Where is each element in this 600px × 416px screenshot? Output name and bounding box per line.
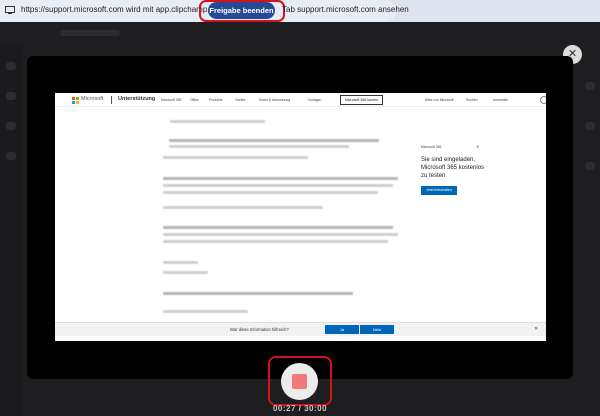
ms-nav-item: Produkte — [209, 98, 223, 102]
ms-signin: Anmelden — [493, 98, 509, 102]
ms-nav-item: Geräte — [235, 98, 246, 102]
microsoft-logo-icon — [72, 97, 79, 104]
view-shared-tab-link[interactable]: Tab support.microsoft.com ansehen — [282, 5, 409, 14]
ms-section-title: Unterstützung — [118, 96, 156, 102]
recording-preview: Microsoft Unterstützung Microsoft 365 Of… — [27, 56, 573, 379]
feedback-close-icon: ✕ — [534, 326, 539, 332]
ms-nav-item: Vorlagen — [308, 98, 322, 102]
tab-sharing-bar: https://support.microsoft.com wird mit a… — [0, 0, 600, 22]
feedback-bar: War diese Information hilfreich? Ja Nein… — [55, 322, 546, 336]
ms-all-microsoft: Alles von Microsoft — [425, 98, 454, 102]
ms-brand: Microsoft — [81, 96, 104, 102]
ms365-promo-card: Microsoft 365 ✕ Sie sind eingeladen, Mic… — [421, 143, 491, 203]
divider — [111, 96, 112, 104]
feedback-yes-button: Ja — [325, 325, 359, 334]
avatar-icon — [540, 96, 546, 104]
recording-timer: 00:27 / 30:00 — [272, 404, 328, 413]
ms-nav-item: Microsoft 365 — [161, 98, 182, 102]
sharing-message: https://support.microsoft.com wird mit a… — [21, 5, 211, 14]
ms-search: Suchen — [466, 98, 478, 102]
promo-close-icon: ✕ — [476, 144, 480, 149]
promo-logo: Microsoft 365 — [421, 145, 442, 149]
ms-header: Microsoft Unterstützung Microsoft 365 Of… — [55, 93, 546, 107]
cast-icon — [5, 6, 15, 14]
promo-title: Sie sind eingeladen, Microsoft 365 koste… — [421, 157, 485, 179]
ms-nav-item: Office — [190, 98, 199, 102]
highlight-stop-recording — [268, 356, 332, 406]
highlight-stop-sharing — [199, 0, 285, 22]
feedback-no-button: Nein — [360, 325, 394, 334]
promo-button: Jetzt freischalten — [421, 186, 457, 195]
ms-buy-button: Microsoft 365 kaufen — [340, 95, 383, 105]
ms-nav-item: Konto & Abrechnung — [259, 98, 291, 102]
shared-tab-content: Microsoft Unterstützung Microsoft 365 Of… — [55, 93, 546, 341]
feedback-question: War diese Information hilfreich? — [230, 327, 289, 332]
